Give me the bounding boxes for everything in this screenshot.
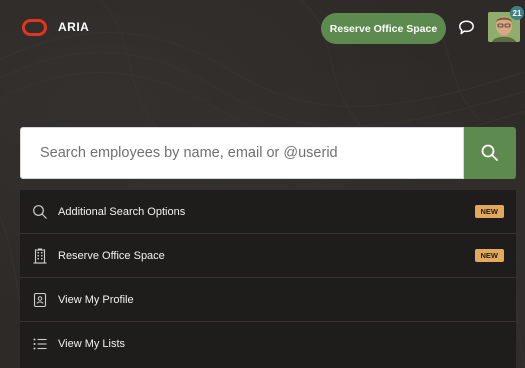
oracle-logo-icon[interactable] (22, 19, 47, 36)
new-badge: NEW (474, 249, 504, 262)
menu-item-label: Reserve Office Space (58, 249, 165, 262)
menu-item-label: View My Profile (58, 293, 134, 306)
menu-item-reserve-office-space[interactable]: Reserve Office Space NEW (20, 234, 516, 278)
search-button[interactable] (464, 127, 516, 179)
search-input[interactable] (38, 144, 462, 162)
menu-item-additional-search-options[interactable]: Additional Search Options NEW (20, 190, 516, 234)
menu-item-view-my-lists[interactable]: View My Lists (20, 322, 516, 366)
notification-count-badge: 21 (510, 6, 524, 20)
profile-card-icon (31, 291, 49, 309)
menu-item-view-my-profile[interactable]: View My Profile (20, 278, 516, 322)
search-box (20, 127, 464, 179)
chat-bubble-icon[interactable] (458, 19, 475, 36)
menu-item-label: View My Lists (58, 338, 126, 350)
quick-actions-menu: Additional Search Options NEW Reserve Of… (20, 190, 516, 368)
reserve-office-space-button[interactable]: Reserve Office Space (321, 13, 446, 44)
menu-item-label: Additional Search Options (58, 205, 186, 218)
new-badge: NEW (474, 205, 504, 218)
search-icon (31, 203, 49, 221)
top-bar: ARIA Reserve Office Space 21 (0, 0, 525, 56)
list-icon (31, 335, 49, 353)
user-avatar[interactable]: 21 (488, 6, 524, 42)
search-icon (481, 144, 498, 161)
building-icon (31, 247, 49, 265)
brand-name[interactable]: ARIA (58, 20, 89, 34)
